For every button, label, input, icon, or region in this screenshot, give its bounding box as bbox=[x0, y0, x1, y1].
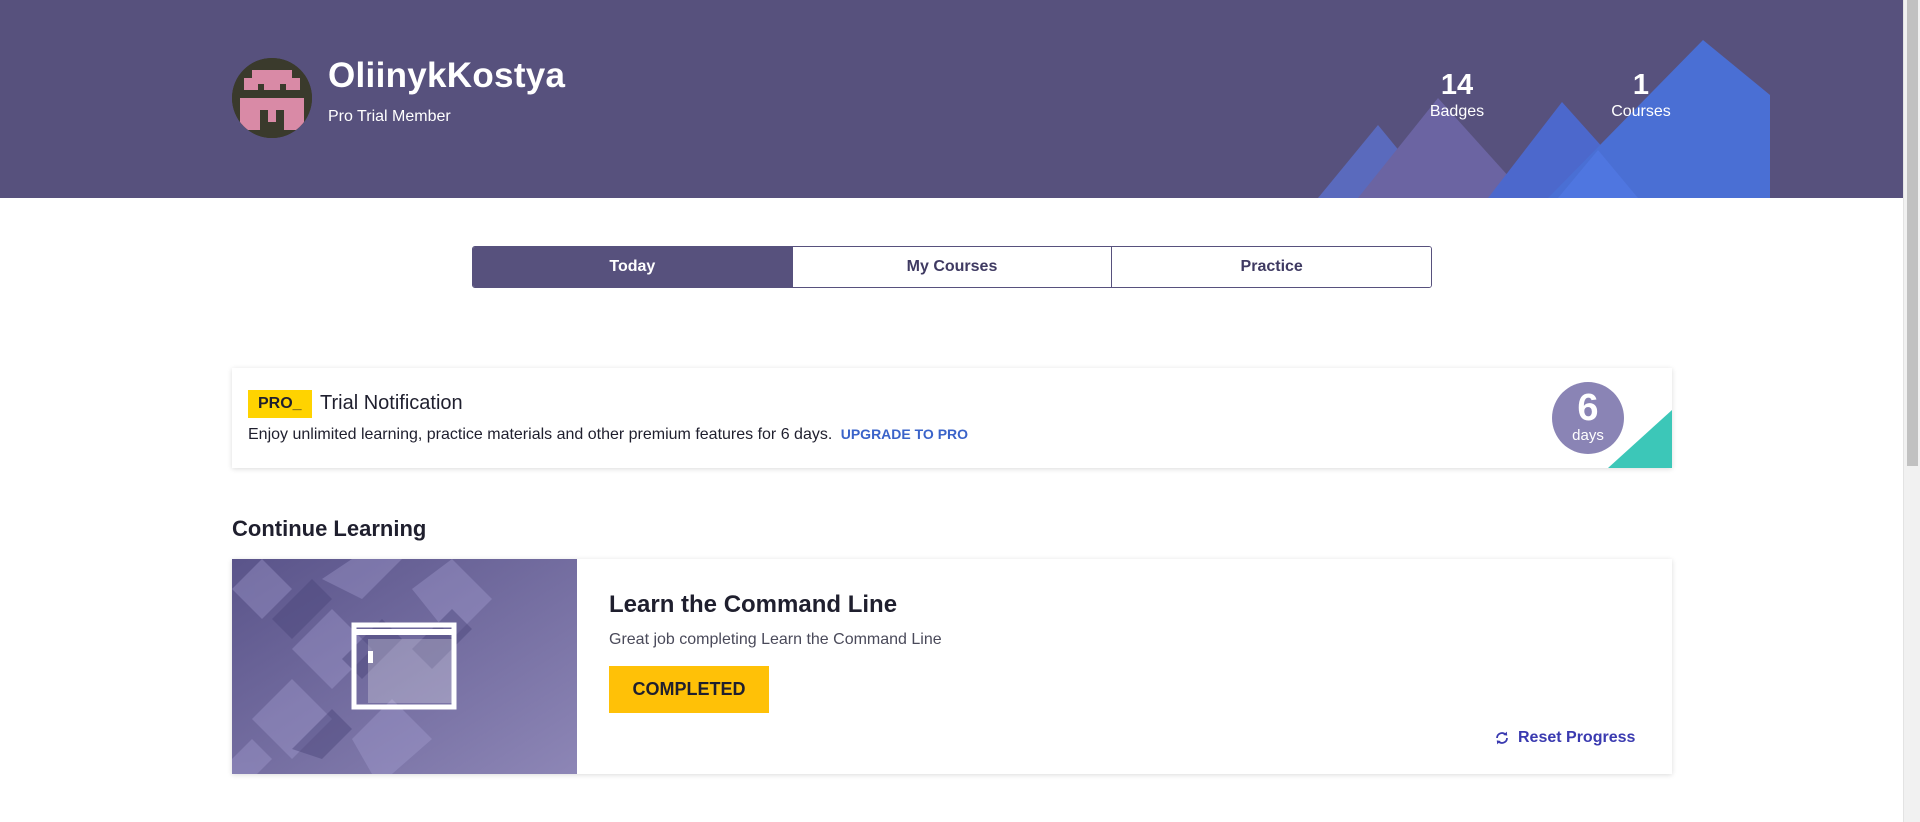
course-description: Great job completing Learn the Command L… bbox=[609, 631, 942, 648]
reset-progress-button[interactable]: Reset Progress bbox=[1494, 729, 1635, 747]
completed-button[interactable]: COMPLETED bbox=[609, 666, 769, 713]
mountains-illustration bbox=[1318, 40, 1770, 198]
courses-count: 1 bbox=[1632, 69, 1650, 101]
trial-notification-card: PRO_ Trial Notification Enjoy unlimited … bbox=[232, 368, 1672, 468]
badges-stat[interactable]: 14 Badges bbox=[1412, 68, 1502, 122]
courses-label: Courses bbox=[1611, 103, 1671, 120]
trial-message-text: Enjoy unlimited learning, practice mater… bbox=[248, 426, 833, 443]
page-scrollbar[interactable] bbox=[1903, 0, 1920, 822]
trial-message: Enjoy unlimited learning, practice mater… bbox=[248, 426, 968, 444]
trial-title: Trial Notification bbox=[320, 392, 463, 414]
profile-header: OliinykKostya Pro Trial Member 14 Badges… bbox=[0, 0, 1903, 198]
teal-corner-decoration bbox=[1608, 410, 1672, 468]
pro-badge: PRO_ bbox=[248, 390, 312, 418]
badges-label: Badges bbox=[1429, 103, 1485, 120]
page: OliinykKostya Pro Trial Member 14 Badges… bbox=[0, 0, 1920, 822]
upgrade-to-pro-link[interactable]: UPGRADE TO PRO bbox=[841, 426, 968, 442]
reset-progress-label: Reset Progress bbox=[1518, 729, 1636, 746]
avatar[interactable] bbox=[232, 58, 312, 138]
course-card: Learn the Command Line Great job complet… bbox=[232, 559, 1672, 774]
scrollbar-thumb[interactable] bbox=[1907, 0, 1918, 466]
dashboard-tabs: Today My Courses Practice bbox=[472, 246, 1432, 288]
tab-my-courses[interactable]: My Courses bbox=[791, 247, 1112, 287]
course-thumbnail[interactable] bbox=[232, 559, 577, 774]
pixel-avatar-icon bbox=[232, 58, 312, 138]
membership-status: Pro Trial Member bbox=[328, 108, 451, 125]
continue-learning-heading: Continue Learning bbox=[232, 516, 427, 541]
courses-stat[interactable]: 1 Courses bbox=[1596, 68, 1686, 122]
course-title[interactable]: Learn the Command Line bbox=[609, 591, 897, 619]
refresh-icon bbox=[1496, 731, 1508, 745]
badges-count: 14 bbox=[1440, 69, 1474, 101]
tab-practice[interactable]: Practice bbox=[1111, 247, 1431, 287]
tab-today[interactable]: Today bbox=[473, 247, 792, 287]
profile-username: OliinykKostya bbox=[328, 56, 566, 95]
